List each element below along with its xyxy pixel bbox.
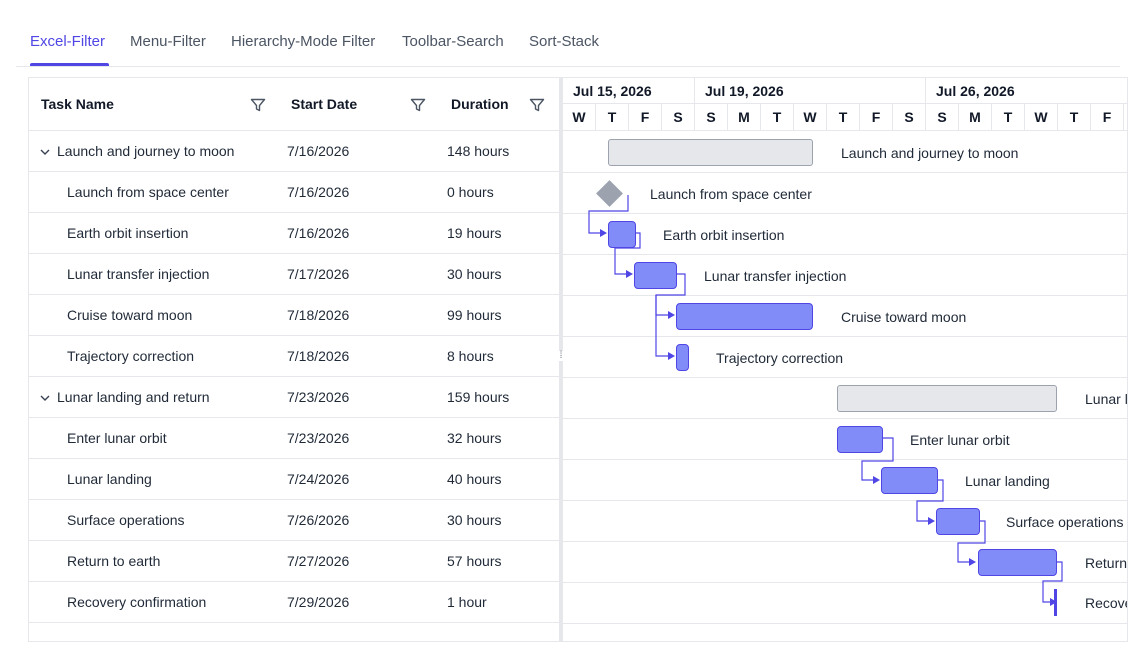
start-date: 7/16/2026 [287,225,350,241]
task-name: Launch and journey to moon [57,143,235,159]
task-bar[interactable] [881,467,938,494]
summary-bar[interactable] [837,385,1057,412]
tab-toolbar-search[interactable]: Toolbar-Search [402,33,504,50]
bar-label: Enter lunar orbit [910,432,1010,448]
summary-bar[interactable] [608,139,813,166]
table-row[interactable]: Surface operations 7/26/2026 30 hours [29,500,559,541]
start-date: 7/18/2026 [287,307,350,323]
task-bar[interactable] [608,221,636,248]
table-row[interactable]: Trajectory correction 7/18/2026 8 hours [29,336,559,377]
bar-label: Recove [1085,595,1128,611]
bar-label: Earth orbit insertion [663,227,785,243]
start-date: 7/23/2026 [287,430,350,446]
filter-icon[interactable] [409,96,427,114]
bar-label: Cruise toward moon [841,309,967,325]
tab-excel-filter[interactable]: Excel-Filter [30,33,105,50]
start-date: 7/27/2026 [287,553,350,569]
start-date: 7/17/2026 [287,266,350,282]
table-row[interactable]: Return to earth 7/27/2026 57 hours [29,541,559,582]
table-row[interactable]: Launch and journey to moon 7/16/2026 148… [29,131,559,172]
task-name: Lunar landing and return [57,389,210,405]
column-header-duration[interactable]: Duration [451,96,509,112]
bar-label: Return [1085,555,1128,571]
task-bar[interactable] [978,549,1057,576]
duration: 32 hours [447,430,502,446]
table-row[interactable]: Lunar landing 7/24/2026 40 hours [29,459,559,500]
bar-label: Lunar l [1085,391,1128,407]
column-header-task-name[interactable]: Task Name [41,96,114,112]
bar-label: Lunar landing [965,473,1050,489]
task-name: Return to earth [67,553,161,569]
task-name: Recovery confirmation [67,594,207,610]
filter-tabs: Excel-Filter Menu-Filter Hierarchy-Mode … [16,22,1120,67]
tab-menu-filter[interactable]: Menu-Filter [130,33,206,50]
table-row[interactable]: Earth orbit insertion 7/16/2026 19 hours [29,213,559,254]
task-bar[interactable] [634,262,677,289]
timeline-chart: Jul 15, 2026 Jul 19, 2026 Jul 26, 2026 W… [563,78,1128,641]
task-bar[interactable] [936,508,980,535]
task-name: Cruise toward moon [67,307,193,323]
task-grid: Task Name Start Date Duration Launch and… [29,78,559,641]
task-name: Surface operations [67,512,185,528]
duration: 30 hours [447,266,502,282]
grid-header: Task Name Start Date Duration [29,78,559,131]
table-row[interactable]: Launch from space center 7/16/2026 0 hou… [29,172,559,213]
bar-label: Launch and journey to moon [841,145,1019,161]
gantt-chart: Task Name Start Date Duration Launch and… [28,77,1128,642]
task-name: Launch from space center [67,184,229,200]
start-date: 7/24/2026 [287,471,350,487]
task-name: Trajectory correction [67,348,195,364]
duration: 57 hours [447,553,502,569]
start-date: 7/23/2026 [287,389,350,405]
table-row[interactable]: Recovery confirmation 7/29/2026 1 hour [29,582,559,623]
bar-label: Surface operations [1006,514,1124,530]
filter-icon[interactable] [249,96,267,114]
task-bar[interactable] [1054,589,1057,616]
start-date: 7/16/2026 [287,143,350,159]
task-bar[interactable] [676,303,813,330]
task-name: Earth orbit insertion [67,225,189,241]
chevron-down-icon[interactable] [39,391,51,403]
duration: 1 hour [447,594,487,610]
table-row[interactable]: Lunar transfer injection 7/17/2026 30 ho… [29,254,559,295]
duration: 148 hours [447,143,510,159]
bar-label: Launch from space center [650,186,812,202]
start-date: 7/26/2026 [287,512,350,528]
filter-icon[interactable] [528,96,546,114]
task-name: Enter lunar orbit [67,430,167,446]
start-date: 7/18/2026 [287,348,350,364]
task-name: Lunar landing [67,471,152,487]
duration: 99 hours [447,307,502,323]
bar-label: Lunar transfer injection [704,268,847,284]
duration: 8 hours [447,348,494,364]
column-header-start-date[interactable]: Start Date [291,96,357,112]
duration: 0 hours [447,184,494,200]
duration: 40 hours [447,471,502,487]
tab-sort-stack[interactable]: Sort-Stack [529,33,599,50]
chevron-down-icon[interactable] [39,145,51,157]
table-row[interactable]: Lunar landing and return 7/23/2026 159 h… [29,377,559,418]
active-tab-indicator [30,63,109,66]
duration: 30 hours [447,512,502,528]
task-bar[interactable] [676,344,689,371]
tab-hierarchy-mode-filter[interactable]: Hierarchy-Mode Filter [231,33,375,50]
bar-label: Trajectory correction [716,350,844,366]
task-name: Lunar transfer injection [67,266,210,282]
start-date: 7/29/2026 [287,594,350,610]
duration: 159 hours [447,389,510,405]
table-row[interactable]: Enter lunar orbit 7/23/2026 32 hours [29,418,559,459]
start-date: 7/16/2026 [287,184,350,200]
duration: 19 hours [447,225,502,241]
table-row[interactable]: Cruise toward moon 7/18/2026 99 hours [29,295,559,336]
task-bar[interactable] [837,426,883,453]
